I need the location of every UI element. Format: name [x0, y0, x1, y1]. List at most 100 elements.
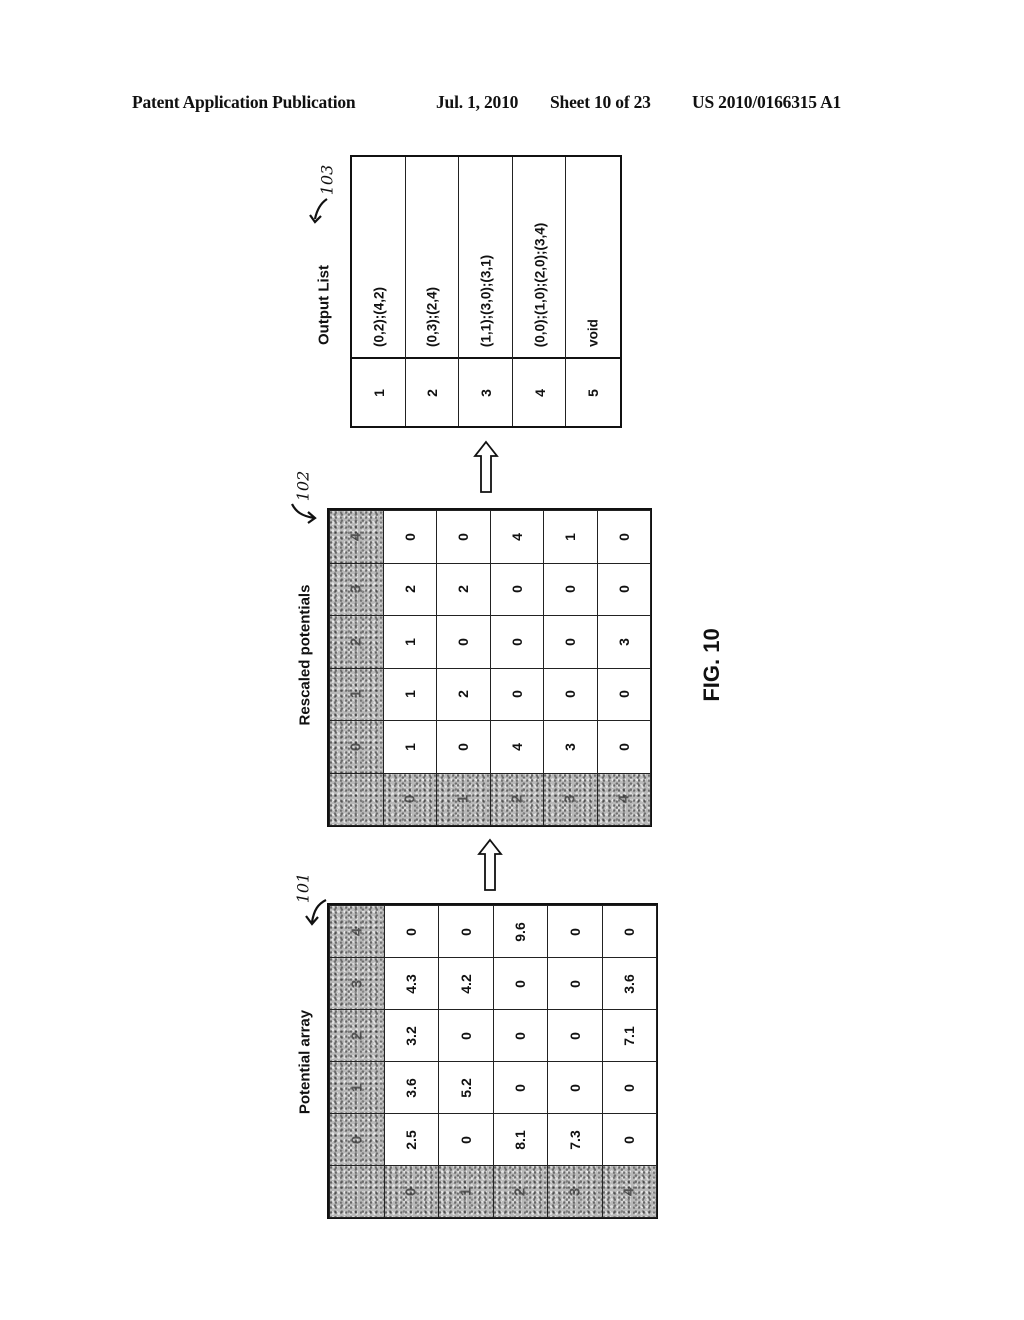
rescaled-potentials-col-header-label: 2 [347, 637, 365, 646]
output-list-table: (0,2);(4,2) 1 (0,3);(2,4) 2 (1,1);(3,0);(3,1… [350, 155, 622, 428]
potential-array-cell: 0 [438, 1113, 494, 1166]
rescaled-potentials-cell: 0 [543, 562, 598, 616]
potential-array-cell: 0 [492, 1009, 548, 1062]
potential-array-cell: 0 [438, 1009, 494, 1062]
potential-array-cell-label: 8.1 [512, 1129, 529, 1150]
rescaled-potentials-row-header: 2 [489, 772, 544, 826]
rescaled-potentials-title: Rescaled potentials [296, 584, 314, 726]
rescaled-potentials-cell: 1 [543, 510, 598, 564]
sheet-number: Sheet 10 of 23 [550, 92, 651, 112]
rescaled-potentials-ref: 102 [293, 470, 313, 502]
potential-array-cell-label: 3.2 [403, 1025, 420, 1046]
reference-arrow-icon [309, 198, 328, 224]
output-list-value: (0,2);(4,2) [371, 286, 387, 348]
potential-array-cell-label: 2.5 [403, 1129, 420, 1150]
rescaled-potentials-cell-label: 0 [455, 742, 472, 751]
rescaled-potentials-row-header-label: 3 [561, 795, 579, 804]
rescaled-potentials-cell: 4 [489, 720, 544, 774]
potential-array-cell: 7.1 [601, 1009, 657, 1062]
rescaled-potentials-cell: 2 [436, 667, 491, 721]
output-list-index: 5 [585, 389, 602, 397]
potential-array-cell-label: 3.6 [403, 1077, 420, 1098]
rescaled-potentials-cell: 2 [382, 562, 437, 616]
patent-number: US 2010/0166315 A1 [692, 92, 842, 112]
rescaled-potentials-row-header: 3 [543, 772, 598, 826]
rescaled-potentials-cell-label: 0 [562, 690, 579, 699]
potential-array-table: 0 1 2 3 4 0 1 2 3 4 2.5 3.6 3.2 4.3 0 0 5.2 0 4.2 0 8.1 0 0 0 9.… [327, 903, 658, 1219]
rescaled-potentials-cell: 1 [382, 667, 437, 721]
rescaled-potentials-cell: 0 [489, 562, 544, 616]
rescaled-potentials-cell: 0 [596, 667, 651, 721]
rescaled-potentials-col-header: 0 [329, 720, 384, 774]
potential-array-cell-label: 3.6 [621, 973, 638, 994]
up-arrow-icon [477, 838, 503, 891]
potential-array-cell: 9.6 [492, 905, 548, 958]
rescaled-potentials-cell-label: 3 [562, 742, 579, 751]
rescaled-potentials-cell: 0 [489, 615, 544, 669]
potential-array-col-header-label: 2 [348, 1031, 366, 1040]
potential-array-cell-label: 0 [566, 1031, 583, 1040]
rescaled-potentials-cell-label: 0 [562, 637, 579, 646]
potential-array-cell: 7.3 [547, 1113, 603, 1166]
output-list-value: void [585, 319, 601, 347]
rescaled-potentials-col-header: 4 [329, 510, 384, 564]
rescaled-potentials-col-header-label: 4 [347, 532, 365, 541]
rescaled-potentials-cell: 3 [596, 615, 651, 669]
rescaled-potentials-col-header-label: 3 [347, 585, 365, 594]
potential-array-cell-label: 0 [457, 1135, 474, 1144]
potential-array-cell: 4.2 [438, 957, 494, 1010]
rescaled-potentials-cell: 0 [436, 510, 491, 564]
rescaled-potentials-cell: 0 [596, 720, 651, 774]
output-list-index: 4 [531, 389, 548, 397]
potential-array-cell-label: 0 [621, 1135, 638, 1144]
rescaled-potentials-row-header-label: 2 [508, 795, 526, 804]
potential-array-cell: 0 [601, 905, 657, 958]
page-header: Patent Application Publication Jul. 1, 2… [132, 92, 892, 114]
rescaled-potentials-col-header-label: 1 [347, 690, 365, 699]
rescaled-potentials-row-header: 1 [436, 772, 491, 826]
rescaled-potentials-cell-label: 2 [455, 585, 472, 594]
rescaled-potentials-cell: 1 [382, 720, 437, 774]
output-list-item: (1,1);(3,0);(3,1) 3 [459, 157, 513, 426]
output-list-value: (1,1);(3,0);(3,1) [478, 254, 494, 348]
potential-array-col-header-label: 1 [348, 1083, 366, 1092]
figure-caption: FIG. 10 [699, 628, 724, 702]
potential-array-cell-label: 0 [457, 927, 474, 936]
potential-array-row-header-label: 2 [511, 1187, 529, 1196]
rescaled-potentials-col-header: 1 [329, 667, 384, 721]
output-list-value: (0,0);(1,0);(2,0);(3,4) [532, 222, 548, 347]
potential-array-cell-label: 0 [566, 1083, 583, 1092]
potential-array-cell-label: 0 [621, 927, 638, 936]
rescaled-potentials-cell: 0 [543, 667, 598, 721]
output-list-index: 1 [370, 389, 387, 397]
potential-array-cell-label: 7.1 [621, 1025, 638, 1046]
potential-array-col-header-label: 4 [348, 927, 366, 936]
potential-array-cell-label: 0 [512, 1031, 529, 1040]
potential-array-row-header: 3 [547, 1165, 603, 1218]
rescaled-potentials-corner-cell [329, 772, 384, 826]
output-list-index: 2 [424, 389, 441, 397]
rescaled-potentials-cell: 3 [543, 720, 598, 774]
potential-array-cell-label: 4.2 [457, 973, 474, 994]
potential-array-cell: 3.2 [383, 1009, 439, 1062]
rescaled-potentials-cell-label: 0 [508, 637, 525, 646]
potential-array-cell-label: 0 [566, 927, 583, 936]
rescaled-potentials-cell-label: 0 [455, 532, 472, 541]
rescaled-potentials-cell-label: 2 [455, 690, 472, 699]
rescaled-potentials-cell-label: 0 [508, 585, 525, 594]
rescaled-potentials-cell: 2 [436, 562, 491, 616]
rescaled-potentials-cell: 1 [382, 615, 437, 669]
rescaled-potentials-cell: 0 [543, 615, 598, 669]
rescaled-potentials-cell-label: 1 [562, 532, 579, 541]
rescaled-potentials-cell: 0 [436, 720, 491, 774]
rescaled-potentials-cell-label: 0 [615, 585, 632, 594]
output-list-item: (0,0);(1,0);(2,0);(3,4) 4 [513, 157, 567, 426]
potential-array-cell: 2.5 [383, 1113, 439, 1166]
potential-array-row-header-label: 4 [620, 1187, 638, 1196]
rescaled-potentials-row-header-label: 4 [615, 795, 633, 804]
rescaled-potentials-col-header-label: 0 [347, 742, 365, 751]
potential-array-cell: 0 [438, 905, 494, 958]
rescaled-potentials-cell-label: 3 [615, 637, 632, 646]
potential-array-cell: 0 [547, 957, 603, 1010]
potential-array-cell: 8.1 [492, 1113, 548, 1166]
